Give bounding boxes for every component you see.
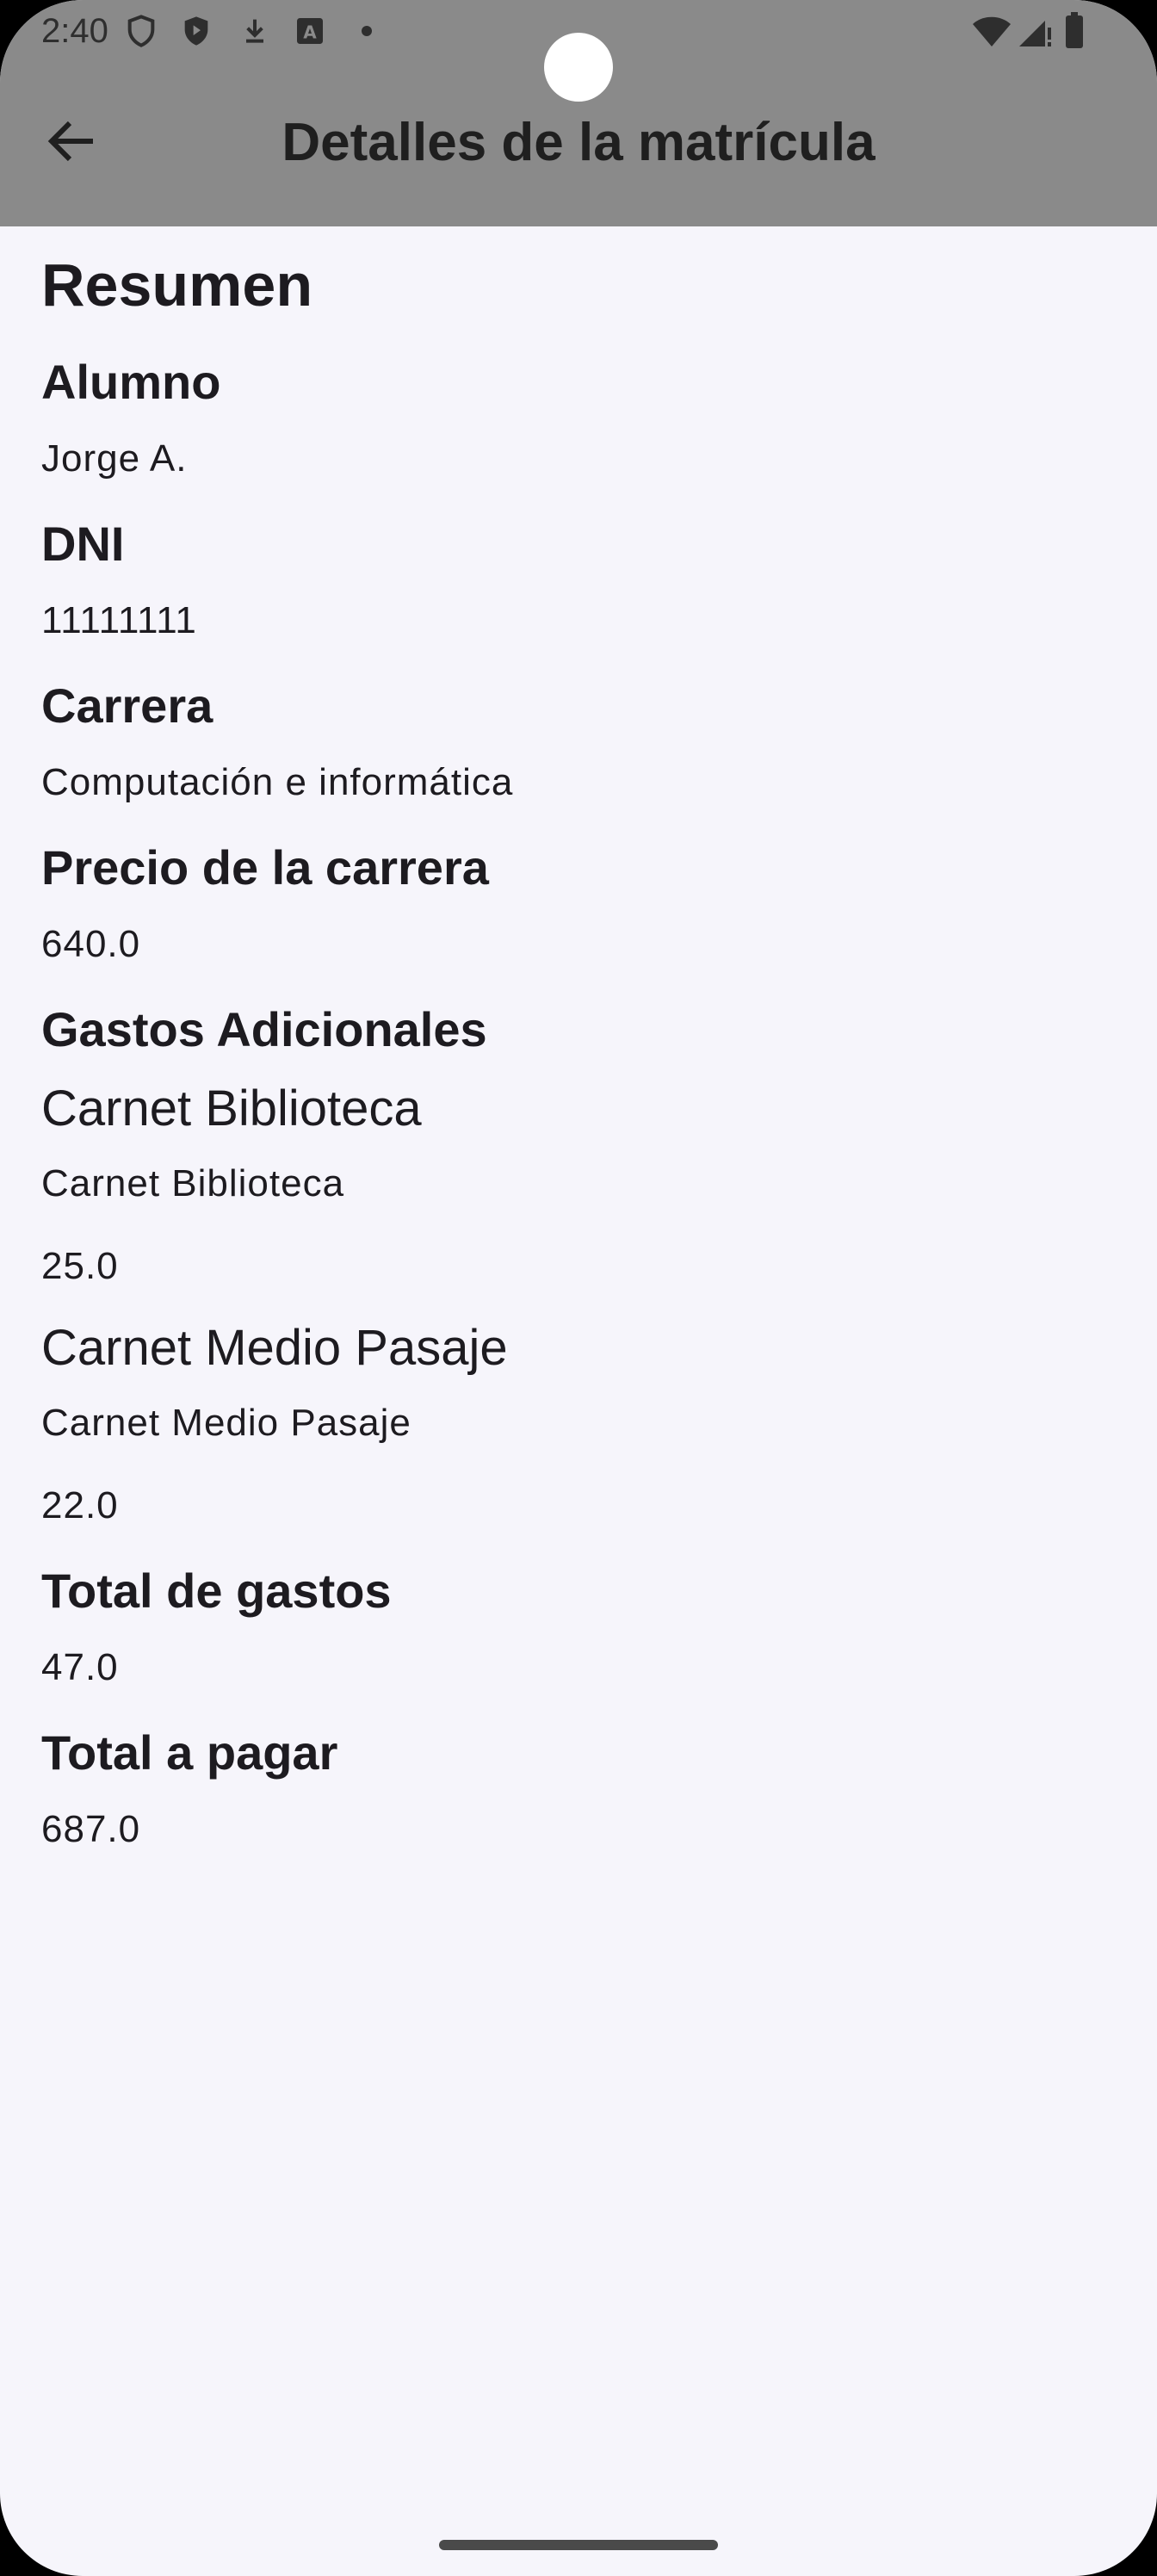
extra-description: Carnet Biblioteca: [41, 1162, 345, 1204]
page-title: Detalles de la matrícula: [282, 113, 875, 172]
extra-description: Carnet Medio Pasaje: [41, 1402, 411, 1444]
extra-price: 22.0: [41, 1484, 119, 1526]
extras-label: Gastos Adicionales: [41, 1002, 487, 1056]
total-expenses-value: 47.0: [41, 1646, 119, 1688]
summary-content: Resumen Alumno Jorge A. DNI 11111111 Car…: [41, 226, 1116, 1852]
play-protect-icon: [179, 14, 213, 48]
font-a-icon: A: [293, 14, 327, 48]
career-label: Carrera: [41, 678, 213, 733]
list-item: Carnet Biblioteca Carnet Biblioteca 25.0: [41, 1079, 1116, 1289]
total-pay-value: 687.0: [41, 1808, 141, 1850]
camera-cutout: [544, 33, 613, 102]
dni-value: 11111111: [41, 599, 197, 641]
list-item: Carnet Medio Pasaje Carnet Medio Pasaje …: [41, 1318, 1116, 1528]
dni-label: DNI: [41, 517, 125, 571]
home-indicator[interactable]: [439, 2540, 718, 2550]
download-icon: [238, 14, 272, 48]
svg-text:A: A: [303, 22, 317, 42]
student-label: Alumno: [41, 355, 221, 409]
extra-price: 25.0: [41, 1245, 119, 1287]
signal-icon: [1016, 14, 1054, 48]
summary-heading: Resumen: [41, 251, 313, 319]
career-price-label: Precio de la carrera: [41, 840, 489, 895]
extra-title: Carnet Medio Pasaje: [41, 1320, 508, 1376]
status-time: 2:40: [41, 12, 108, 50]
career-price-value: 640.0: [41, 923, 141, 965]
wifi-icon: [971, 14, 1012, 48]
dot-icon: [358, 22, 375, 40]
total-pay-label: Total a pagar: [41, 1725, 338, 1780]
extra-title: Carnet Biblioteca: [41, 1081, 422, 1136]
screen: 2:40 A Detalles de la matrícula Resumen …: [0, 0, 1157, 2576]
battery-icon: [1064, 12, 1085, 50]
top-app-bar: 2:40 A Detalles de la matrícula: [0, 0, 1157, 226]
shield-icon: [124, 14, 158, 48]
student-value: Jorge A.: [41, 437, 188, 480]
career-value: Computación e informática: [41, 761, 514, 803]
total-expenses-label: Total de gastos: [41, 1564, 392, 1618]
